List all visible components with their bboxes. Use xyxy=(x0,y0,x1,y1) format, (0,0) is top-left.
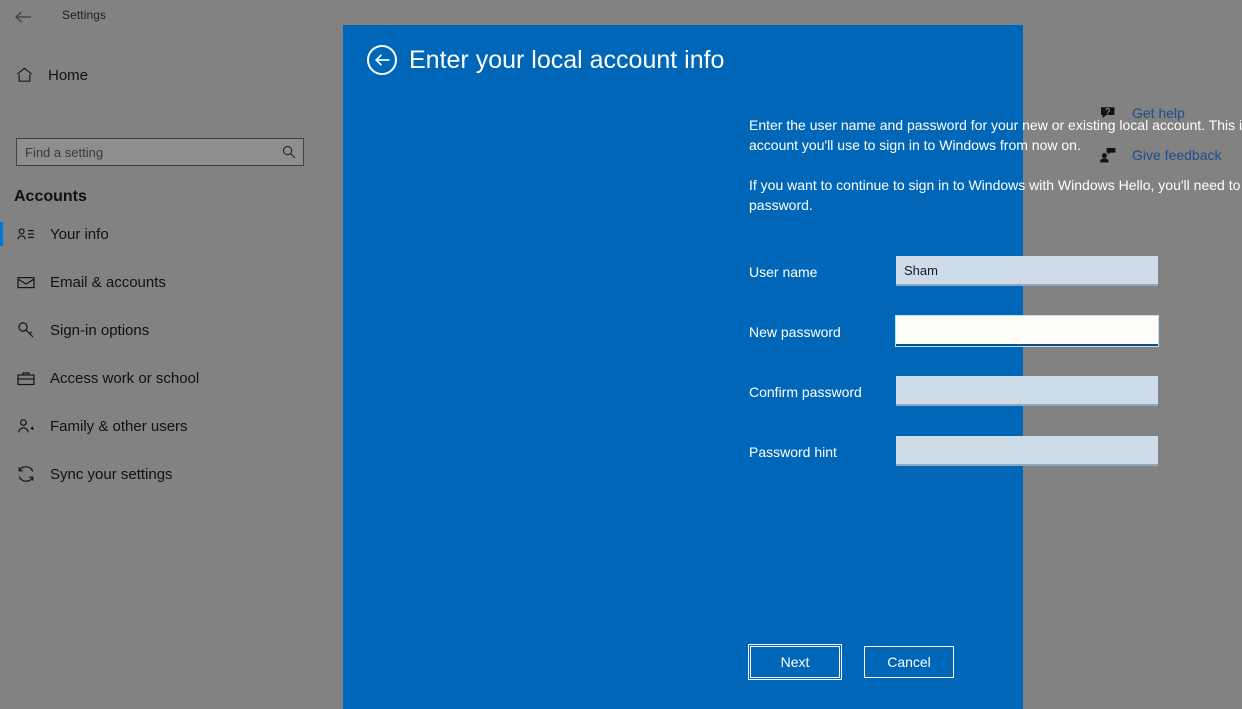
user-plus-icon xyxy=(16,416,36,436)
circle-arrow-left-icon[interactable] xyxy=(367,45,397,75)
sidebar-item-sync-your-settings[interactable]: Sync your settings xyxy=(0,450,320,498)
give-feedback-label: Give feedback xyxy=(1132,147,1222,163)
dialog-title: Enter your local account info xyxy=(409,46,724,75)
confirm-password-input[interactable] xyxy=(896,376,1158,406)
new-password-label: New password xyxy=(749,324,841,340)
get-help-label: Get help xyxy=(1132,105,1185,121)
sidebar-item-sync-your-settings-label: Sync your settings xyxy=(50,466,173,483)
give-feedback-link[interactable]: Give feedback xyxy=(1098,142,1238,168)
new-password-input[interactable] xyxy=(896,316,1158,346)
dialog-header: Enter your local account info xyxy=(367,45,724,75)
home-icon xyxy=(14,65,34,85)
user-card-icon xyxy=(16,224,36,244)
password-hint-input[interactable] xyxy=(896,436,1158,466)
key-icon xyxy=(16,320,36,340)
sidebar-item-email-accounts[interactable]: Email & accounts xyxy=(0,258,320,306)
sidebar-item-sign-in-options[interactable]: Sign-in options xyxy=(0,306,320,354)
local-account-form: User name New password Confirm password … xyxy=(749,256,1159,496)
field-row-user-name: User name xyxy=(749,256,1159,316)
sidebar-item-your-info-label: Your info xyxy=(50,226,109,243)
next-button[interactable]: Next xyxy=(750,646,840,678)
sidebar-item-access-work-school[interactable]: Access work or school xyxy=(0,354,320,402)
user-name-input[interactable] xyxy=(896,256,1158,286)
sidebar-nav-list: Your info Email & accounts Sign-in optio… xyxy=(0,210,320,498)
help-rail: Get help Give feedback xyxy=(1098,100,1238,184)
settings-titlebar: Settings xyxy=(0,0,320,32)
arrow-left-icon[interactable] xyxy=(12,6,34,28)
field-row-confirm-password: Confirm password xyxy=(749,376,1159,436)
search-icon[interactable] xyxy=(277,140,301,164)
user-name-label: User name xyxy=(749,264,817,280)
sidebar-section-heading: Accounts xyxy=(14,188,87,206)
sidebar-item-family-other-users[interactable]: Family & other users xyxy=(0,402,320,450)
field-row-password-hint: Password hint xyxy=(749,436,1159,496)
selected-accent-bar xyxy=(0,366,3,390)
cancel-button[interactable]: Cancel xyxy=(864,646,954,678)
sidebar-item-home-label: Home xyxy=(48,67,88,84)
field-row-new-password: New password xyxy=(749,316,1159,376)
sidebar-item-email-accounts-label: Email & accounts xyxy=(50,274,166,291)
sidebar-item-access-work-school-label: Access work or school xyxy=(50,370,199,387)
search-box[interactable] xyxy=(16,138,304,166)
briefcase-icon xyxy=(16,368,36,388)
settings-sidebar: Home Accounts Your info xyxy=(0,32,320,709)
sidebar-item-your-info[interactable]: Your info xyxy=(0,210,320,258)
get-help-link[interactable]: Get help xyxy=(1098,100,1238,126)
dialog-actions: Next Cancel xyxy=(343,646,1023,678)
envelope-icon xyxy=(16,272,36,292)
sidebar-item-home[interactable]: Home xyxy=(0,58,320,92)
sync-icon xyxy=(16,464,36,484)
selected-accent-bar xyxy=(0,270,3,294)
confirm-password-label: Confirm password xyxy=(749,384,862,400)
local-account-dialog: Enter your local account info Enter the … xyxy=(343,25,1023,709)
help-bubble-icon xyxy=(1098,103,1118,123)
password-hint-label: Password hint xyxy=(749,444,837,460)
selected-accent-bar xyxy=(0,222,3,246)
window-title: Settings xyxy=(62,8,106,22)
feedback-person-icon xyxy=(1098,145,1118,165)
sidebar-item-sign-in-options-label: Sign-in options xyxy=(50,322,149,339)
selected-accent-bar xyxy=(0,318,3,342)
selected-accent-bar xyxy=(0,414,3,438)
sidebar-item-family-other-users-label: Family & other users xyxy=(50,418,188,435)
search-input[interactable] xyxy=(17,139,277,165)
selected-accent-bar xyxy=(0,462,3,486)
